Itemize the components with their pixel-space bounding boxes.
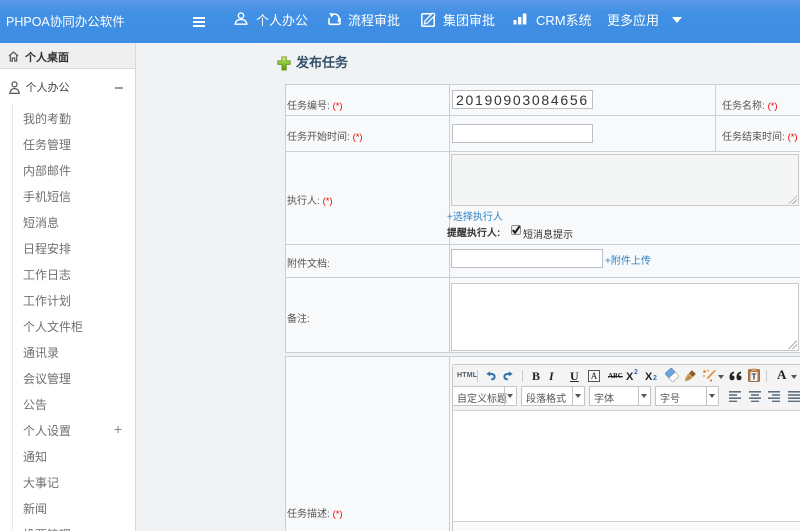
svg-text:T: T	[752, 373, 757, 382]
